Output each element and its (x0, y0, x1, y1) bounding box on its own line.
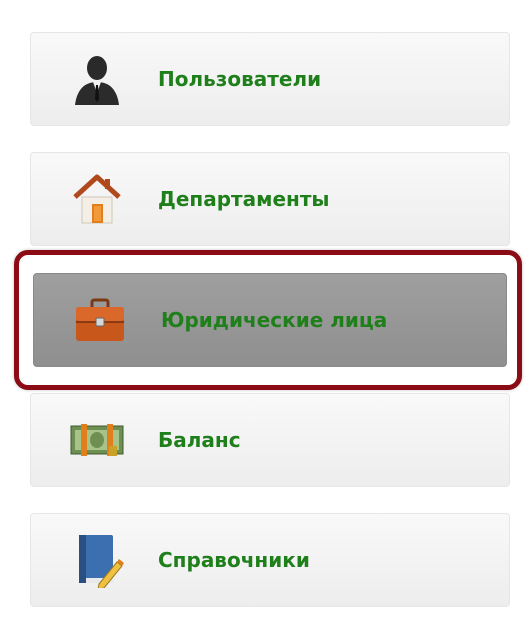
menu-item-references[interactable]: Справочники (30, 513, 510, 607)
user-icon (69, 51, 125, 107)
book-icon (69, 532, 125, 588)
menu-item-label: Департаменты (158, 187, 330, 211)
sidebar-menu: Пользователи Департаменты Юридические ли… (0, 0, 529, 628)
menu-item-label: Баланс (158, 428, 241, 452)
menu-item-balance[interactable]: Баланс (30, 393, 510, 487)
menu-item-label: Пользователи (158, 67, 322, 91)
money-icon (69, 412, 125, 468)
menu-item-label: Справочники (158, 548, 310, 572)
menu-item-label: Юридические лица (161, 308, 388, 332)
house-icon (69, 171, 125, 227)
menu-item-users[interactable]: Пользователи (30, 32, 510, 126)
menu-item-departments[interactable]: Департаменты (30, 152, 510, 246)
menu-item-legal-entities[interactable]: Юридические лица (33, 273, 507, 367)
briefcase-icon (72, 292, 128, 348)
